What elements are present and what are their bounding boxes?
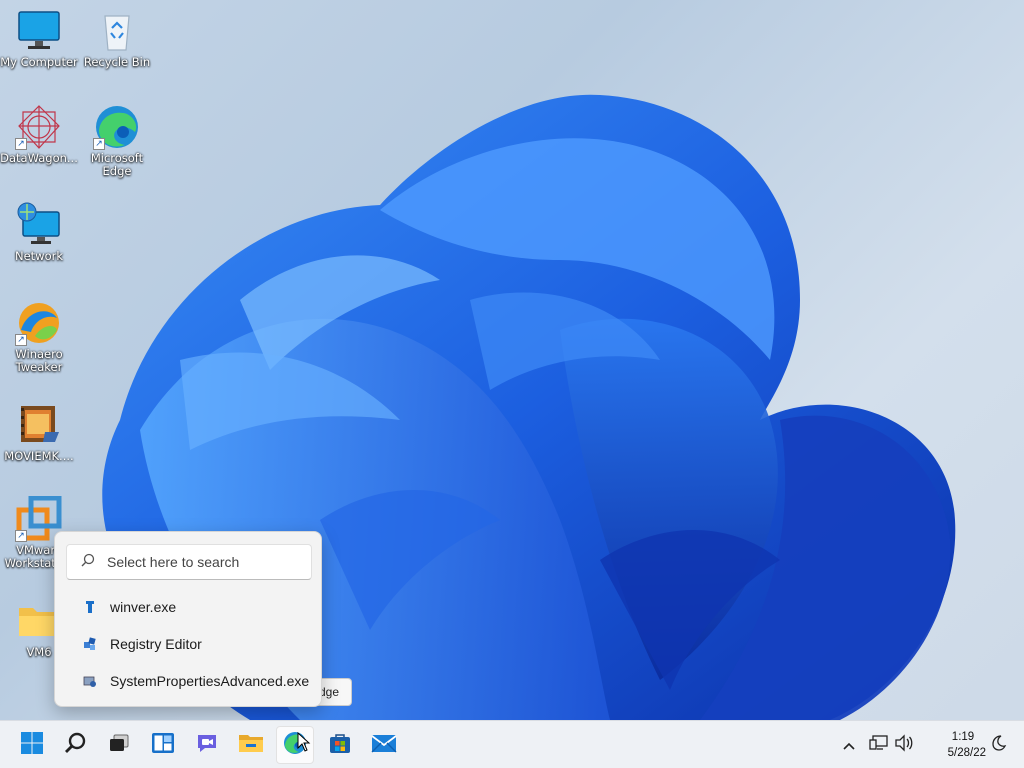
- chevron-up-icon: [842, 736, 856, 755]
- desktop-icon-label: Winaero Tweaker: [15, 347, 63, 374]
- search-result-label: SystemPropertiesAdvanced.exe: [110, 673, 310, 689]
- search-result-winver[interactable]: winver.exe: [55, 590, 323, 624]
- desktop-icon-microsoft-edge[interactable]: ↗ Microsoft Edge: [78, 104, 156, 178]
- taskbar-chat-button[interactable]: [188, 726, 226, 764]
- search-result-label: Registry Editor: [110, 636, 202, 652]
- registry-editor-icon: [83, 637, 97, 651]
- movie-maker-icon: [15, 402, 63, 448]
- network-wired-icon: [869, 734, 889, 756]
- taskbar-task-view-button[interactable]: [100, 726, 138, 764]
- desktop-icon-datawagon[interactable]: ↗ DataWagon...: [0, 104, 78, 165]
- network-icon: [15, 202, 63, 248]
- network-status-button[interactable]: [869, 721, 889, 768]
- desktop-icon-network[interactable]: Network: [0, 202, 78, 263]
- mouse-cursor: [297, 731, 311, 756]
- task-view-icon: [107, 731, 131, 759]
- winver-icon: [83, 600, 97, 614]
- edge-icon: ↗: [93, 104, 141, 150]
- desktop-icon-label: DataWagon...: [0, 151, 78, 165]
- winaero-tweaker-icon: ↗: [15, 300, 63, 346]
- search-result-system-properties-advanced[interactable]: SystemPropertiesAdvanced.exe: [55, 664, 323, 698]
- taskbar: 1:19 5/28/22: [0, 720, 1024, 768]
- recycle-bin-icon: [93, 8, 141, 54]
- search-result-label: winver.exe: [110, 599, 177, 615]
- widgets-icon: [151, 731, 175, 759]
- volume-icon: [894, 734, 914, 756]
- desktop-icon-recycle-bin[interactable]: Recycle Bin: [78, 8, 156, 69]
- shortcut-arrow-icon: ↗: [15, 334, 27, 346]
- taskbar-start-button[interactable]: [13, 726, 51, 764]
- desktop-icon-moviemaker[interactable]: MOVIEMK....: [0, 402, 78, 463]
- desktop-icon-label: Recycle Bin: [83, 55, 151, 69]
- windows-start-icon: [20, 731, 44, 759]
- volume-button[interactable]: [894, 721, 914, 768]
- desktop-icon-label: MOVIEMK....: [4, 449, 74, 463]
- taskbar-search-button[interactable]: [57, 726, 95, 764]
- desktop-icon-winaero-tweaker[interactable]: ↗ Winaero Tweaker: [0, 300, 78, 374]
- mail-icon: [371, 731, 397, 759]
- shortcut-arrow-icon: ↗: [93, 138, 105, 150]
- shortcut-arrow-icon: ↗: [15, 530, 27, 542]
- store-icon: [328, 731, 352, 759]
- file-explorer-icon: [238, 731, 264, 759]
- show-hidden-icons-button[interactable]: [842, 721, 856, 768]
- search-icon: [81, 553, 95, 572]
- moon-icon: [989, 734, 1007, 756]
- clock-time: 1:19: [951, 731, 975, 743]
- clock-date: 5/28/22: [947, 747, 986, 759]
- search-popup: winver.exe Registry Editor SystemPropert…: [54, 531, 322, 707]
- taskbar-file-explorer-button[interactable]: [232, 726, 270, 764]
- notifications-button[interactable]: [989, 721, 1007, 768]
- datawagon-icon: ↗: [15, 104, 63, 150]
- taskbar-clock[interactable]: 1:19 5/28/22: [926, 729, 986, 761]
- search-icon: [64, 731, 88, 759]
- taskbar-store-button[interactable]: [321, 726, 359, 764]
- system-properties-icon: [83, 674, 97, 688]
- chat-icon: [195, 731, 219, 759]
- desktop-icon-my-computer[interactable]: My Computer: [0, 8, 78, 69]
- monitor-icon: [15, 8, 63, 54]
- desktop-icon-label: Microsoft Edge: [90, 151, 144, 178]
- search-input[interactable]: [107, 554, 297, 570]
- desktop-icon-label: Network: [14, 249, 64, 263]
- search-box[interactable]: [66, 544, 312, 580]
- taskbar-widgets-button[interactable]: [144, 726, 182, 764]
- desktop-icon-label: My Computer: [0, 55, 78, 69]
- shortcut-arrow-icon: ↗: [15, 138, 27, 150]
- search-result-registry-editor[interactable]: Registry Editor: [55, 627, 323, 661]
- taskbar-mail-button[interactable]: [365, 726, 403, 764]
